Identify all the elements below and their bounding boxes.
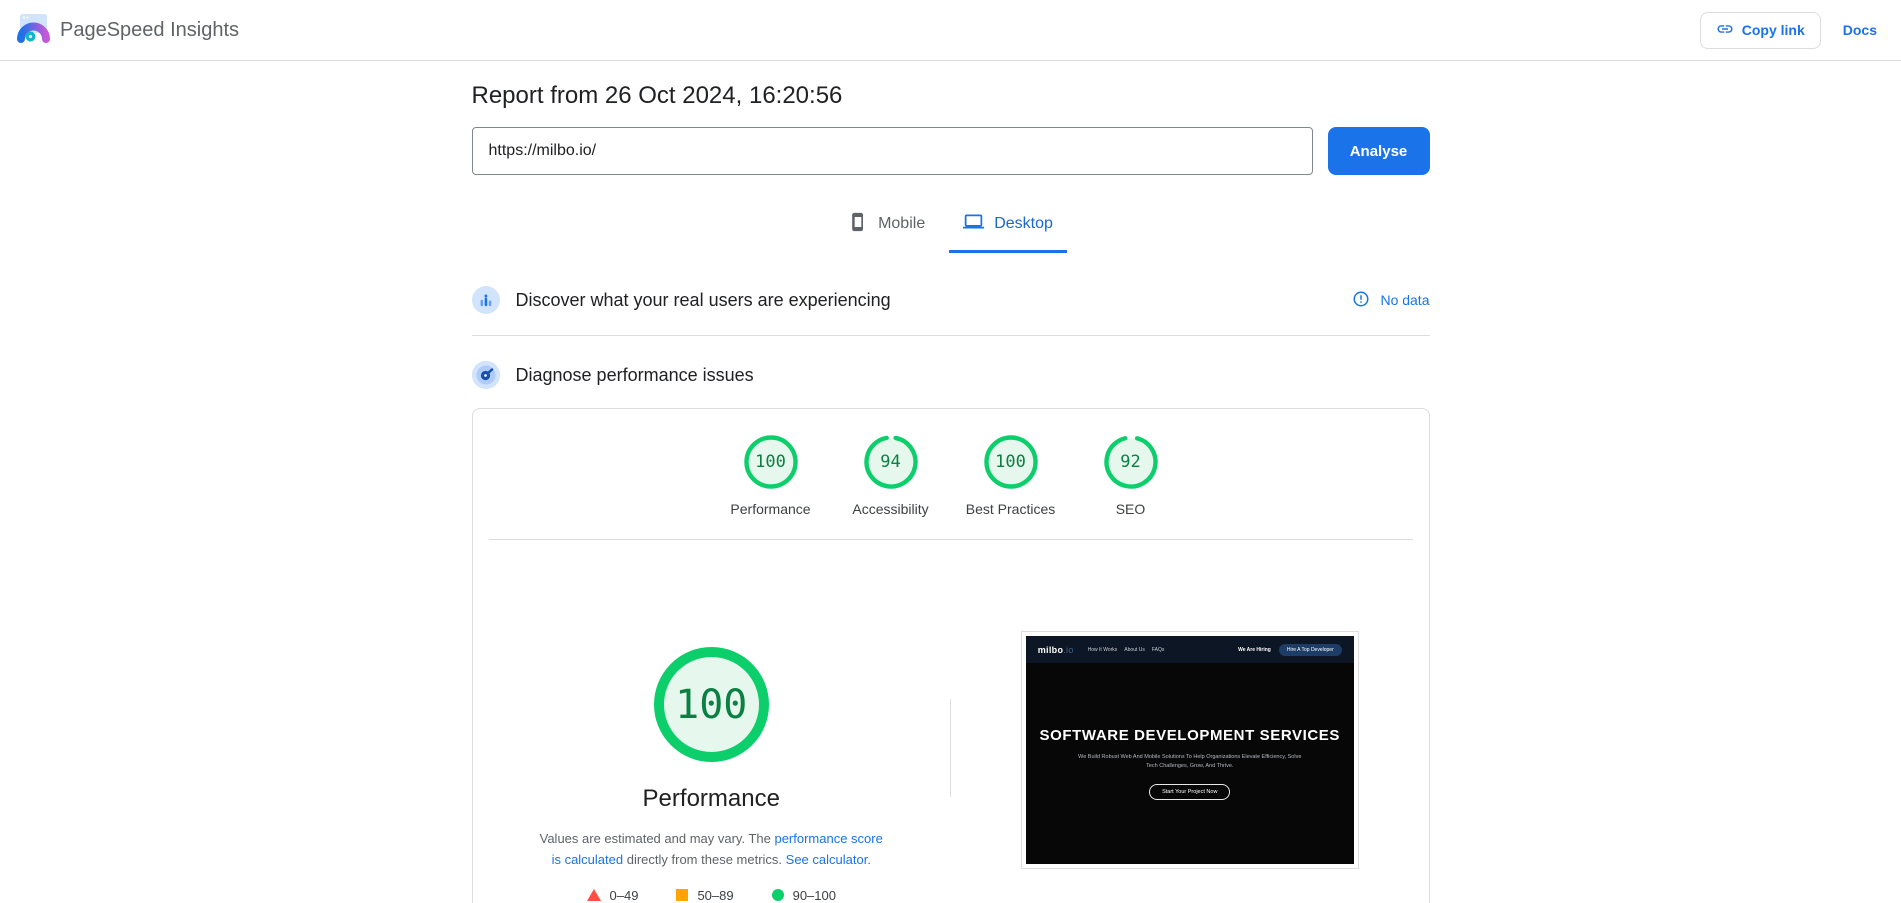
page-screenshot-thumbnail[interactable]: milbo.io How It Works About Us FAQs We A… bbox=[1020, 631, 1359, 869]
performance-gauge: 100 bbox=[743, 434, 799, 490]
thumbnail-hero-cta: Start Your Project Now bbox=[1149, 784, 1231, 801]
legend-item-average: 50–89 bbox=[676, 887, 734, 903]
pass-circle-icon bbox=[771, 889, 784, 902]
crux-section-header: Discover what your real users are experi… bbox=[471, 286, 1430, 336]
desktop-laptop-icon bbox=[963, 211, 985, 237]
brand[interactable]: PageSpeed Insights bbox=[16, 11, 239, 50]
url-input[interactable] bbox=[471, 127, 1313, 175]
seo-score-label: SEO bbox=[1115, 501, 1146, 517]
accessibility-score-label: Accessibility bbox=[852, 501, 929, 517]
tab-mobile-label: Mobile bbox=[878, 215, 926, 232]
big-performance-gauge: 100 bbox=[653, 646, 770, 763]
copy-link-label: Copy link bbox=[1741, 22, 1805, 38]
score-disclaimer: Values are estimated and may vary. The p… bbox=[537, 829, 885, 871]
url-search-row: Analyse bbox=[471, 127, 1430, 175]
big-gauge-pane: 100 Performance Values are estimated and… bbox=[473, 540, 951, 903]
category-scores-row: 100 Performance 94 Accessibility 100 Bes… bbox=[473, 409, 1429, 517]
disclaimer-text-2: directly from these metrics. bbox=[623, 851, 786, 867]
report-title: Report from 26 Oct 2024, 16:20:56 bbox=[471, 82, 843, 109]
average-range-label: 50–89 bbox=[697, 887, 734, 903]
best-practices-score-label: Best Practices bbox=[965, 501, 1056, 517]
thumbnail-headline: SOFTWARE DEVELOPMENT SERVICES bbox=[1039, 726, 1340, 744]
copy-link-button[interactable]: Copy link bbox=[1699, 11, 1821, 49]
average-square-icon bbox=[676, 889, 689, 902]
info-icon bbox=[1352, 290, 1370, 311]
app-title: PageSpeed Insights bbox=[60, 18, 240, 41]
legend-item-pass: 90–100 bbox=[771, 887, 836, 903]
docs-link[interactable]: Docs bbox=[1843, 22, 1877, 38]
score-range-legend: 0–49 50–89 90–100 bbox=[586, 887, 836, 903]
pass-range-label: 90–100 bbox=[792, 887, 836, 903]
performance-score-label: Performance bbox=[730, 501, 811, 517]
device-tabs: Mobile Desktop bbox=[472, 205, 1430, 253]
score-item-best-practices[interactable]: 100 Best Practices bbox=[966, 434, 1056, 517]
no-data-status[interactable]: No data bbox=[1352, 290, 1430, 311]
thumbnail-site: milbo.io How It Works About Us FAQs We A… bbox=[1025, 633, 1354, 864]
seo-score-value: 92 bbox=[1120, 452, 1141, 472]
performance-detail-section: 100 Performance Values are estimated and… bbox=[473, 540, 1429, 903]
disclaimer-text-1: Values are estimated and may vary. The bbox=[539, 831, 775, 846]
analyse-button[interactable]: Analyse bbox=[1327, 127, 1430, 175]
fail-range-label: 0–49 bbox=[609, 887, 639, 903]
crux-section-title: Discover what your real users are experi… bbox=[515, 289, 891, 310]
best-practices-gauge: 100 bbox=[983, 434, 1039, 490]
score-item-performance[interactable]: 100 Performance bbox=[726, 434, 816, 517]
report-card: 100 Performance 94 Accessibility 100 Bes… bbox=[471, 408, 1430, 903]
no-data-label: No data bbox=[1380, 292, 1430, 308]
thumbnail-hero: SOFTWARE DEVELOPMENT SERVICES We Build R… bbox=[1026, 633, 1354, 864]
accessibility-gauge: 94 bbox=[863, 434, 919, 490]
performance-score-value: 100 bbox=[755, 452, 786, 472]
accessibility-score-value: 94 bbox=[880, 452, 901, 472]
diagnose-section-title: Diagnose performance issues bbox=[515, 364, 754, 385]
best-practices-score-value: 100 bbox=[995, 452, 1026, 472]
link-icon bbox=[1716, 20, 1734, 41]
legend-item-fail: 0–49 bbox=[586, 887, 639, 903]
diagnose-section-header: Diagnose performance issues bbox=[471, 361, 1430, 389]
tab-mobile[interactable]: Mobile bbox=[834, 205, 939, 253]
score-item-seo[interactable]: 92 SEO bbox=[1086, 434, 1176, 517]
app-header: PageSpeed Insights Copy link Docs bbox=[0, 0, 1901, 61]
seo-gauge: 92 bbox=[1103, 434, 1159, 490]
thumbnail-subtext: We Build Robust Web And Mobile Solutions… bbox=[1078, 753, 1302, 769]
score-item-accessibility[interactable]: 94 Accessibility bbox=[846, 434, 936, 517]
diagnose-gauge-icon bbox=[471, 361, 500, 389]
tab-desktop-label: Desktop bbox=[994, 215, 1053, 232]
tab-desktop[interactable]: Desktop bbox=[949, 205, 1067, 253]
big-gauge-title: Performance bbox=[642, 785, 780, 812]
real-users-icon bbox=[471, 286, 500, 314]
main-content: Report from 26 Oct 2024, 16:20:56 Analys… bbox=[471, 82, 1430, 903]
mobile-phone-icon bbox=[848, 212, 868, 237]
screenshot-pane: milbo.io How It Works About Us FAQs We A… bbox=[951, 540, 1429, 903]
pagespeed-logo-icon bbox=[16, 11, 50, 50]
fail-triangle-icon bbox=[586, 889, 601, 902]
see-calculator-link[interactable]: See calculator. bbox=[786, 852, 871, 867]
big-gauge-score-value: 100 bbox=[675, 681, 748, 728]
